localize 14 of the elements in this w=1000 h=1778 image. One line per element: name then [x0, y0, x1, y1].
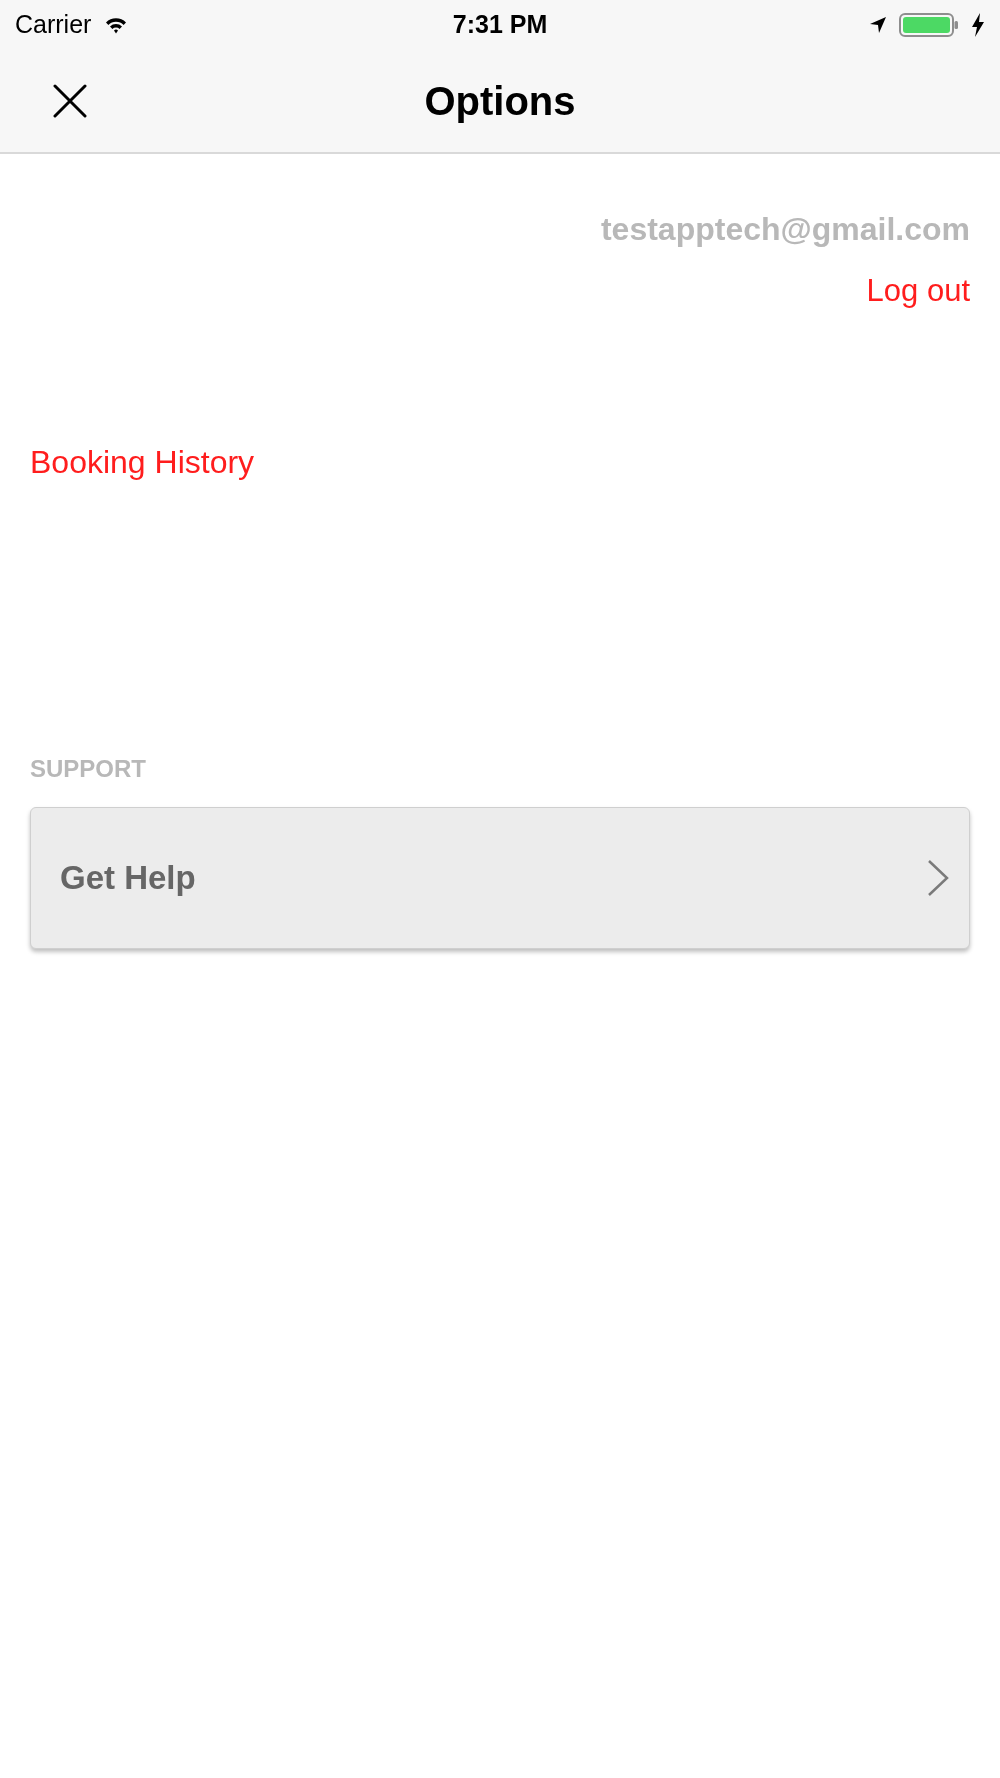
carrier-label: Carrier: [15, 9, 92, 41]
status-time: 7:31 PM: [452, 9, 548, 41]
account-email: testapptech@gmail.com: [600, 210, 970, 248]
chevron-right-icon: [927, 859, 949, 897]
close-icon: [53, 84, 87, 118]
get-help-row[interactable]: Get Help: [30, 807, 970, 949]
charging-bolt-icon: [971, 13, 985, 37]
booking-history-link[interactable]: Booking History: [30, 443, 255, 481]
wifi-icon: [105, 16, 128, 34]
nav-title: Options: [424, 78, 576, 125]
location-arrow-icon: [869, 16, 887, 34]
battery-icon: [899, 13, 959, 37]
section-header: SUPPORT: [30, 754, 146, 784]
logout-link[interactable]: Log out: [866, 272, 970, 310]
